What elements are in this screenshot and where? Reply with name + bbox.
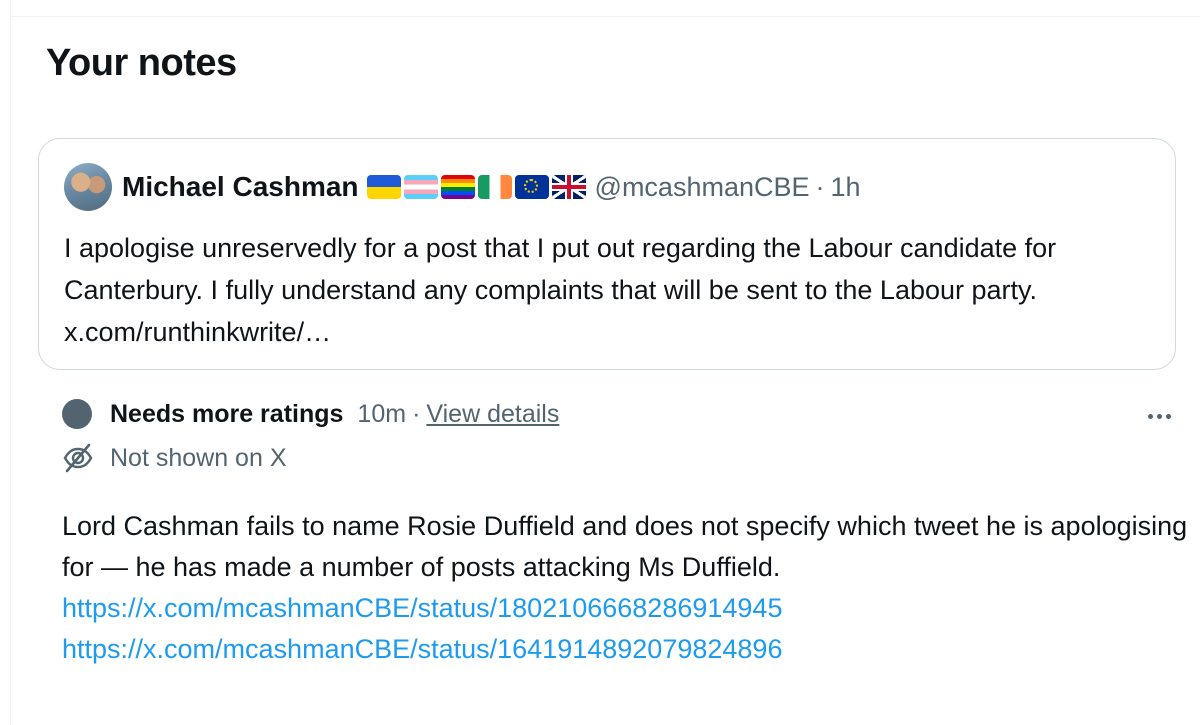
note-link[interactable]: https://x.com/mcashmanCBE/status/1802106… [62, 588, 1192, 629]
flag-emojis [366, 175, 586, 199]
visibility-status: Not shown on X [110, 443, 287, 472]
ireland-flag-icon [477, 175, 512, 199]
author-name[interactable]: Michael Cashman [122, 171, 359, 203]
dot-separator: · [815, 171, 825, 202]
rainbow-flag-icon [440, 175, 475, 199]
eye-off-icon [63, 443, 93, 473]
ukraine-flag-icon [366, 175, 401, 199]
post-header: Michael Cashman @mcashmanCBE · 1h [64, 163, 861, 211]
note-body: Lord Cashman fails to name Rosie Duffiel… [62, 506, 1192, 670]
more-horizontal-icon [1147, 413, 1153, 419]
note-link[interactable]: https://x.com/mcashmanCBE/status/1641914… [62, 629, 1192, 670]
author-handle[interactable]: @mcashmanCBE [595, 172, 810, 203]
status-dot-icon [62, 399, 92, 429]
note-status: Needs more ratings [110, 399, 344, 428]
dot-separator: · [412, 399, 421, 428]
quoted-post-card[interactable]: Michael Cashman @mcashmanCBE · 1h I apol… [38, 138, 1176, 370]
post-time[interactable]: 1h [831, 172, 861, 203]
page-title: Your notes [46, 42, 237, 84]
note-time: 10m [357, 399, 407, 428]
visibility-row: Not shown on X [62, 440, 287, 476]
transgender-flag-icon [403, 175, 438, 199]
left-divider [10, 0, 11, 725]
more-dot [1156, 413, 1162, 419]
eu-flag-icon [514, 175, 549, 199]
note-status-row: Needs more ratings 10m · View details [62, 396, 559, 432]
more-dot [1165, 413, 1171, 419]
view-details-link[interactable]: View details [426, 400, 559, 429]
avatar[interactable] [64, 163, 112, 211]
more-options-button[interactable] [1139, 402, 1179, 430]
note-text: Lord Cashman fails to name Rosie Duffiel… [62, 511, 1188, 582]
top-divider [10, 16, 1200, 17]
post-text: I apologise unreservedly for a post that… [64, 233, 1057, 347]
uk-flag-icon [551, 175, 586, 199]
